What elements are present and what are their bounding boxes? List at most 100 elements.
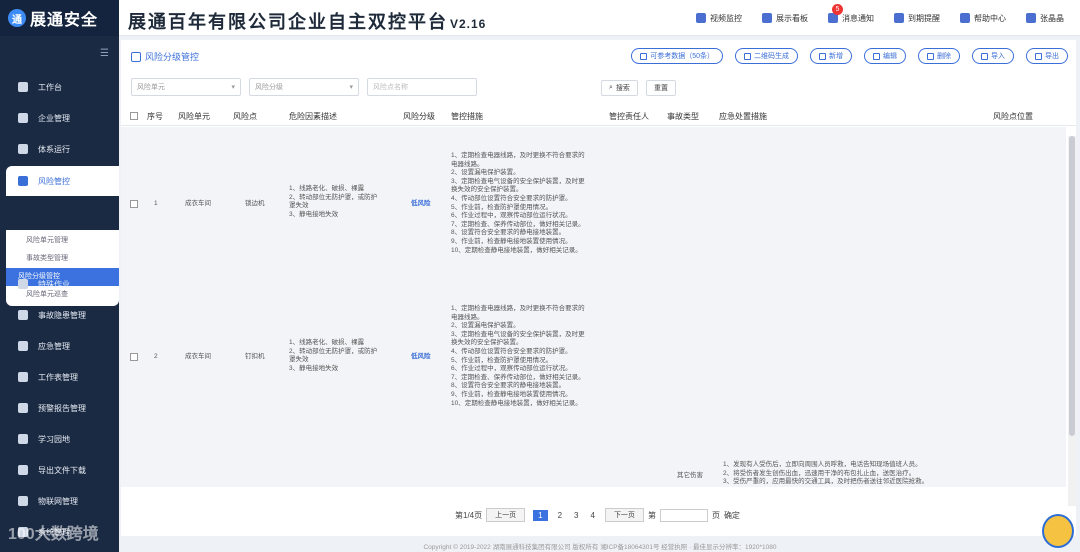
page-number[interactable]: 4 [590,511,594,520]
download-icon [18,465,28,475]
next-page-button[interactable]: 下一页 [604,508,644,522]
col-header: 风险点 [233,112,257,121]
sidebar-item-workbench[interactable]: 工作台 [0,72,119,102]
collapse-menu-icon[interactable]: ☰ [100,48,109,59]
row-checkbox[interactable] [130,200,138,208]
row-checkbox[interactable] [130,353,138,361]
col-header: 序号 [147,112,163,121]
nav-notifications[interactable]: 5 消息通知 [828,3,874,24]
table-row-partial[interactable]: 其它伤害 1、发现有人受伤后，立即向周围人员呼救，电话告知现场值班人员。 2、将… [121,461,1066,501]
delete-button[interactable]: 删除 [918,48,960,64]
factor-line: 1、线路老化、破损、裸露 [289,339,365,346]
page-number[interactable]: 3 [574,511,578,520]
cell-risk-level[interactable]: 低风险 [411,200,431,209]
table-scrollbar[interactable] [1068,136,1076,506]
col-header: 事故类型 [667,112,699,121]
measure-line: 4、传动部位设置符合安全要求的防护罩。 [451,347,572,355]
sidebar-item-emergency[interactable]: 应急管理 [0,331,119,361]
cell-measures: 1、定期检查电器线路，及时更换不符合要求的 电器线路。 2、设置漏电保护装置。 … [451,152,585,255]
sidebar-item-hazard[interactable]: 事故隐患管理 [0,300,119,330]
factor-line: 1、线路老化、破损、裸露 [289,185,365,192]
clock-icon [894,13,904,23]
risk-unit-select[interactable]: 风险单元 ▾ [131,78,241,96]
assistant-mascot-icon[interactable] [1042,514,1074,548]
col-header: 危险因素描述 [289,112,337,121]
submenu-accident-type[interactable]: 事故类型管理 [6,250,119,268]
measure-line: 换失效的安全保护装置。 [451,339,523,347]
col-header: 应急处置措施 [719,112,767,121]
nav-help-center[interactable]: 帮助中心 [960,13,1006,24]
button-label: 可参考数据（50条） [650,53,714,60]
goto-page-input[interactable] [659,508,708,522]
reset-button[interactable]: 重置 [646,80,676,96]
emergency-line: 1、发现有人受伤后，立即向周围人员呼救，电话告知现场值班人员。 [723,461,922,468]
sidebar-item-study[interactable]: 学习园地 [0,424,119,454]
sidebar-item-label: 学习园地 [38,434,70,444]
sidebar-item-risk-control[interactable]: 风险管控 [6,166,119,196]
emergency-icon [18,341,28,351]
risk-level-select[interactable]: 风险分级 ▾ [249,78,359,96]
sidebar-item-warning-report[interactable]: 预警报告管理 [0,393,119,423]
factor-line: 罩失效 [289,356,309,364]
reference-data-button[interactable]: 可参考数据（50条） [631,48,723,64]
goto-confirm-button[interactable]: 确定 [724,510,740,521]
page-title-text: 风险分级管控 [145,52,200,62]
page-number[interactable]: 2 [558,511,562,520]
measure-line: 5、作业前，检查防护罩使用情况。 [451,203,553,211]
prev-page-button[interactable]: 上一页 [486,508,526,522]
chevron-down-icon: ▾ [231,84,235,91]
pagination: 第1/4页 上一页 1 2 3 4 下一页 第 页 确定 [455,508,740,522]
watermark: 100大数跨境 [8,526,99,543]
measure-line: 1、定期检查电器线路，及时更换不符合要求的 [451,152,585,159]
import-button[interactable]: 导入 [972,48,1014,64]
sidebar-item-label: 事故隐患管理 [38,310,86,320]
cell-no: 2 [154,353,158,360]
search-icon: ⌕ [609,84,613,91]
nav-user[interactable]: 张晶晶 [1026,13,1064,24]
page-number-current[interactable]: 1 [533,509,548,521]
layers-icon [18,144,28,154]
cell-unit: 成衣车间 [185,200,211,207]
measure-line: 5、作业前，检查防护罩使用情况。 [451,356,553,364]
bell-icon [828,13,838,23]
submenu-risk-unit[interactable]: 风险单元管理 [6,232,119,250]
search-button[interactable]: ⌕ 搜索 [601,80,638,96]
edit-button[interactable]: 编辑 [864,48,906,64]
sidebar-item-label: 物联网管理 [38,496,78,506]
table-row[interactable]: 2 成衣车间 钉扣机 1、线路老化、破损、裸露 2、转动部位无防护罩，或防护 罩… [121,273,1066,433]
app-title: 展通百年有限公司企业自主双控平台 V2.16 [128,8,486,34]
sidebar-item-download[interactable]: 导出文件下载 [0,455,119,485]
scroll-thumb[interactable] [1069,136,1075,436]
sidebar-item-enterprise[interactable]: 企业管理 [0,103,119,133]
sidebar-item-iot[interactable]: 物联网管理 [0,486,119,516]
select-all-checkbox[interactable] [130,112,138,120]
export-button[interactable]: 导出 [1026,48,1068,64]
page-title: 风险分级管控 [131,50,199,63]
notification-badge: 5 [832,3,843,15]
measure-line: 8、设置符合安全要求的静电接地装置。 [451,382,566,390]
sidebar-item-system-run[interactable]: 体系运行 [0,134,119,164]
risk-icon [18,176,28,186]
nav-video-monitor[interactable]: 视频监控 [696,13,742,24]
sidebar-item-special-work[interactable]: 特殊作业 [0,269,119,299]
cell-risk-level[interactable]: 低风险 [411,353,431,362]
measure-line: 6、作业过程中，观察传动部位运行状况。 [451,365,572,373]
dashboard-icon [762,13,772,23]
logo-text: 展通安全 [30,12,99,29]
select-placeholder: 风险分级 [255,84,283,91]
chevron-down-icon: ▾ [349,84,353,91]
sidebar-item-label: 工作台 [38,82,62,92]
sidebar-item-worksheet[interactable]: 工作表管理 [0,362,119,392]
logo[interactable]: 通 展通安全 [0,0,119,36]
logo-icon: 通 [8,9,26,27]
risk-point-input[interactable]: 风险点名称 [367,78,477,96]
qrcode-button[interactable]: 二维码生成 [735,48,798,64]
add-button[interactable]: 新增 [810,48,852,64]
nav-label: 消息通知 [842,13,874,23]
iot-icon [18,496,28,506]
cell-unit: 成衣车间 [185,353,211,360]
nav-expiry-reminder[interactable]: 到期提醒 [894,13,940,24]
workbench-icon [18,82,28,92]
nav-dashboard[interactable]: 展示看板 [762,13,808,24]
table-row[interactable]: 1 成衣车间 锁边机 1、线路老化、破损、裸露 2、转动部位无防护罩，或防护 罩… [121,127,1066,273]
